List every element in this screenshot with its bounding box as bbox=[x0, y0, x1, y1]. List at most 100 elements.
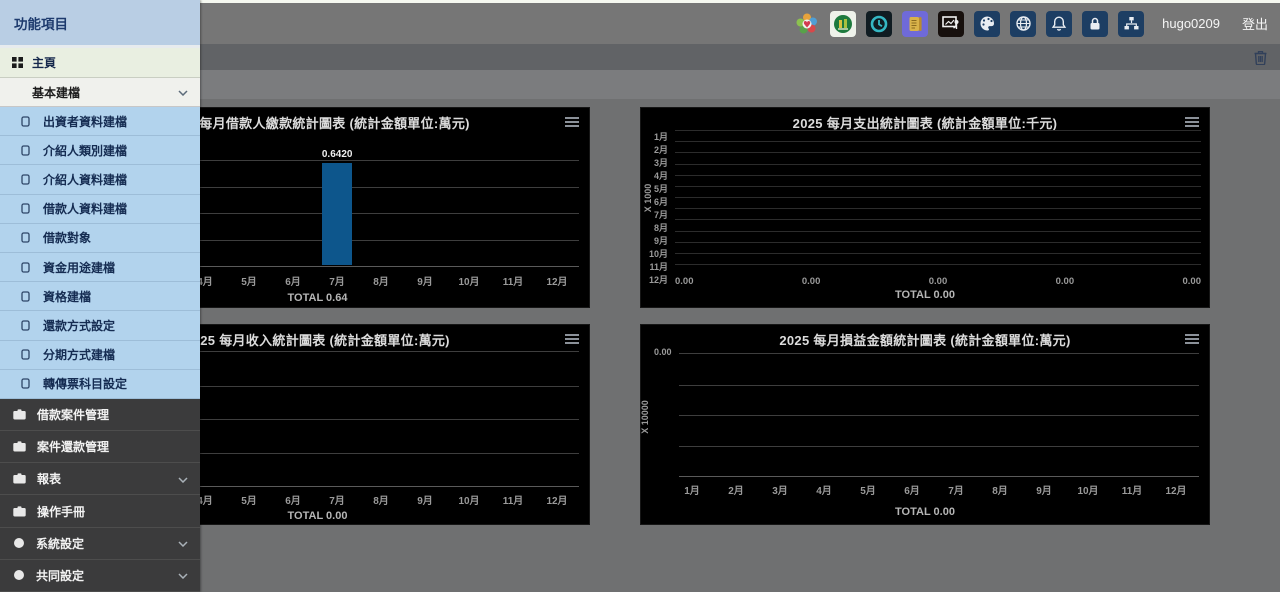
sidebar-item-label: 報表 bbox=[37, 470, 61, 487]
palette-icon[interactable] bbox=[974, 11, 1000, 37]
month-label: 10月 bbox=[641, 247, 671, 260]
circle-icon bbox=[13, 569, 25, 581]
flower-logo-icon[interactable]: ♥ bbox=[794, 11, 820, 37]
bar-july[interactable] bbox=[322, 163, 352, 265]
x-tick-label: 0.00 bbox=[929, 276, 948, 288]
month-label: 9月 bbox=[403, 274, 447, 292]
briefcase-icon bbox=[13, 473, 26, 484]
presentation-app-icon[interactable] bbox=[938, 11, 964, 37]
gridline-row: 6月 bbox=[675, 187, 1201, 198]
scroll-app-icon[interactable] bbox=[902, 11, 928, 37]
sidebar-item-introducer-setup[interactable]: 介紹人資料建檔 bbox=[0, 165, 200, 194]
sidebar-item-loan-target[interactable]: 借款對象 bbox=[0, 224, 200, 253]
month-label: 8月 bbox=[359, 274, 403, 292]
sidebar-item-case-repayment-mgmt[interactable]: 案件還款管理 bbox=[0, 431, 200, 463]
sidebar-item-label: 借款案件管理 bbox=[37, 406, 109, 423]
record-icon bbox=[21, 291, 30, 302]
sidebar-item-common-settings[interactable]: 共同設定 bbox=[0, 560, 200, 592]
sidebar-group-basic[interactable]: 基本建檔 bbox=[0, 78, 200, 107]
month-label: 11月 bbox=[491, 493, 535, 511]
svg-text:♥: ♥ bbox=[803, 20, 811, 30]
sidebar-item-funder-setup[interactable]: 出資者資料建檔 bbox=[0, 107, 200, 136]
sidebar-item-introducer-category-setup[interactable]: 介紹人類別建檔 bbox=[0, 136, 200, 165]
gridline-row: 12月 bbox=[675, 254, 1201, 265]
sidebar-item-repayment-method[interactable]: 還款方式設定 bbox=[0, 311, 200, 340]
month-label: 8月 bbox=[978, 483, 1022, 501]
sidebar-item-borrower-setup[interactable]: 借款人資料建檔 bbox=[0, 195, 200, 224]
chart-title: 2025 每月損益金額統計圖表 (統計金額單位:萬元) bbox=[641, 330, 1209, 349]
month-label: 10月 bbox=[1066, 483, 1110, 501]
record-icon bbox=[21, 145, 30, 156]
gridline-row: 2月 bbox=[675, 142, 1201, 153]
record-icon bbox=[21, 174, 30, 185]
sidebar-item-label: 操作手冊 bbox=[37, 503, 85, 520]
chart-panel-expense: 2025 每月支出統計圖表 (統計金額單位:千元) X 1000 1月2月3月4… bbox=[640, 107, 1210, 308]
month-label: 5月 bbox=[227, 274, 271, 292]
lock-icon[interactable] bbox=[1082, 11, 1108, 37]
month-label: 1月 bbox=[670, 483, 714, 501]
gridline-row: 7月 bbox=[675, 198, 1201, 209]
finance-app-icon[interactable] bbox=[830, 11, 856, 37]
x-tick-label: 0.00 bbox=[802, 276, 821, 288]
chevron-down-icon bbox=[178, 85, 188, 99]
gridline-row: 3月 bbox=[675, 153, 1201, 164]
sidebar-item-loan-case-mgmt[interactable]: 借款案件管理 bbox=[0, 399, 200, 431]
chevron-down-icon bbox=[178, 536, 188, 550]
chart-menu-icon[interactable] bbox=[565, 334, 579, 346]
sitemap-icon[interactable] bbox=[1118, 11, 1144, 37]
month-label: 12月 bbox=[535, 493, 579, 511]
sidebar-item-home[interactable]: 主頁 bbox=[0, 48, 200, 78]
month-label: 12月 bbox=[641, 273, 671, 286]
sidebar-item-system-settings[interactable]: 系統設定 bbox=[0, 528, 200, 560]
sidebar-item-installment-method[interactable]: 分期方式建檔 bbox=[0, 341, 200, 370]
month-label: 8月 bbox=[359, 493, 403, 511]
y-axis-unit-label: X 10000 bbox=[640, 387, 652, 447]
month-label: 5月 bbox=[846, 483, 890, 501]
month-label: 12月 bbox=[535, 274, 579, 292]
sidebar-item-label: 介紹人資料建檔 bbox=[43, 171, 127, 188]
sidebar-item-label: 轉傳票科目設定 bbox=[43, 375, 127, 392]
total-label: TOTAL 0.00 bbox=[641, 506, 1209, 518]
month-label: 7月 bbox=[934, 483, 978, 501]
month-label: 9月 bbox=[403, 493, 447, 511]
sidebar-item-fund-usage-setup[interactable]: 資金用途建檔 bbox=[0, 253, 200, 282]
gridline-row: 1月 bbox=[675, 131, 1201, 142]
month-label: 1月 bbox=[641, 130, 671, 143]
y-tick-label: 0.00 bbox=[654, 347, 672, 357]
month-label: 7月 bbox=[315, 274, 359, 292]
briefcase-icon bbox=[13, 409, 26, 420]
plot-area: 1月2月3月4月5月6月7月8月9月10月11月12月 bbox=[675, 130, 1201, 265]
chart-menu-icon[interactable] bbox=[1185, 334, 1199, 346]
chart-menu-icon[interactable] bbox=[1185, 117, 1199, 129]
chevron-down-icon bbox=[178, 568, 188, 582]
month-label: 6月 bbox=[271, 274, 315, 292]
sidebar-item-label: 系統設定 bbox=[36, 535, 84, 552]
month-label: 12月 bbox=[1154, 483, 1198, 501]
month-label: 7月 bbox=[641, 208, 671, 221]
month-label: 5月 bbox=[641, 182, 671, 195]
trash-icon[interactable] bbox=[1253, 49, 1268, 70]
logout-button[interactable]: 登出 bbox=[1242, 14, 1268, 33]
bell-icon[interactable] bbox=[1046, 11, 1072, 37]
month-label: 6月 bbox=[641, 195, 671, 208]
sidebar-item-manual[interactable]: 操作手冊 bbox=[0, 495, 200, 527]
gridline-row: 5月 bbox=[675, 176, 1201, 187]
sidebar-item-voucher-subject[interactable]: 轉傳票科目設定 bbox=[0, 370, 200, 399]
record-icon bbox=[21, 116, 30, 127]
y-axis-labels: 1月2月3月4月5月6月7月8月9月10月11月12月 bbox=[641, 130, 671, 265]
chart-menu-icon[interactable] bbox=[565, 117, 579, 129]
sidebar-item-reports[interactable]: 報表 bbox=[0, 463, 200, 495]
record-icon bbox=[21, 320, 30, 331]
month-label: 3月 bbox=[758, 483, 802, 501]
gridline-row: 8月 bbox=[675, 209, 1201, 220]
globe-icon[interactable] bbox=[1010, 11, 1036, 37]
record-icon bbox=[21, 203, 30, 214]
x-tick-label: 0.00 bbox=[1056, 276, 1075, 288]
username: hugo0209 bbox=[1162, 16, 1220, 31]
record-icon bbox=[21, 378, 30, 389]
x-axis-ticks: 0.000.000.000.000.00 bbox=[675, 276, 1201, 288]
sidebar-item-qualification-setup[interactable]: 資格建檔 bbox=[0, 282, 200, 311]
gridline-row: 10月 bbox=[675, 232, 1201, 243]
sidebar-title: 功能項目 bbox=[0, 0, 200, 48]
clock-app-icon[interactable] bbox=[866, 11, 892, 37]
